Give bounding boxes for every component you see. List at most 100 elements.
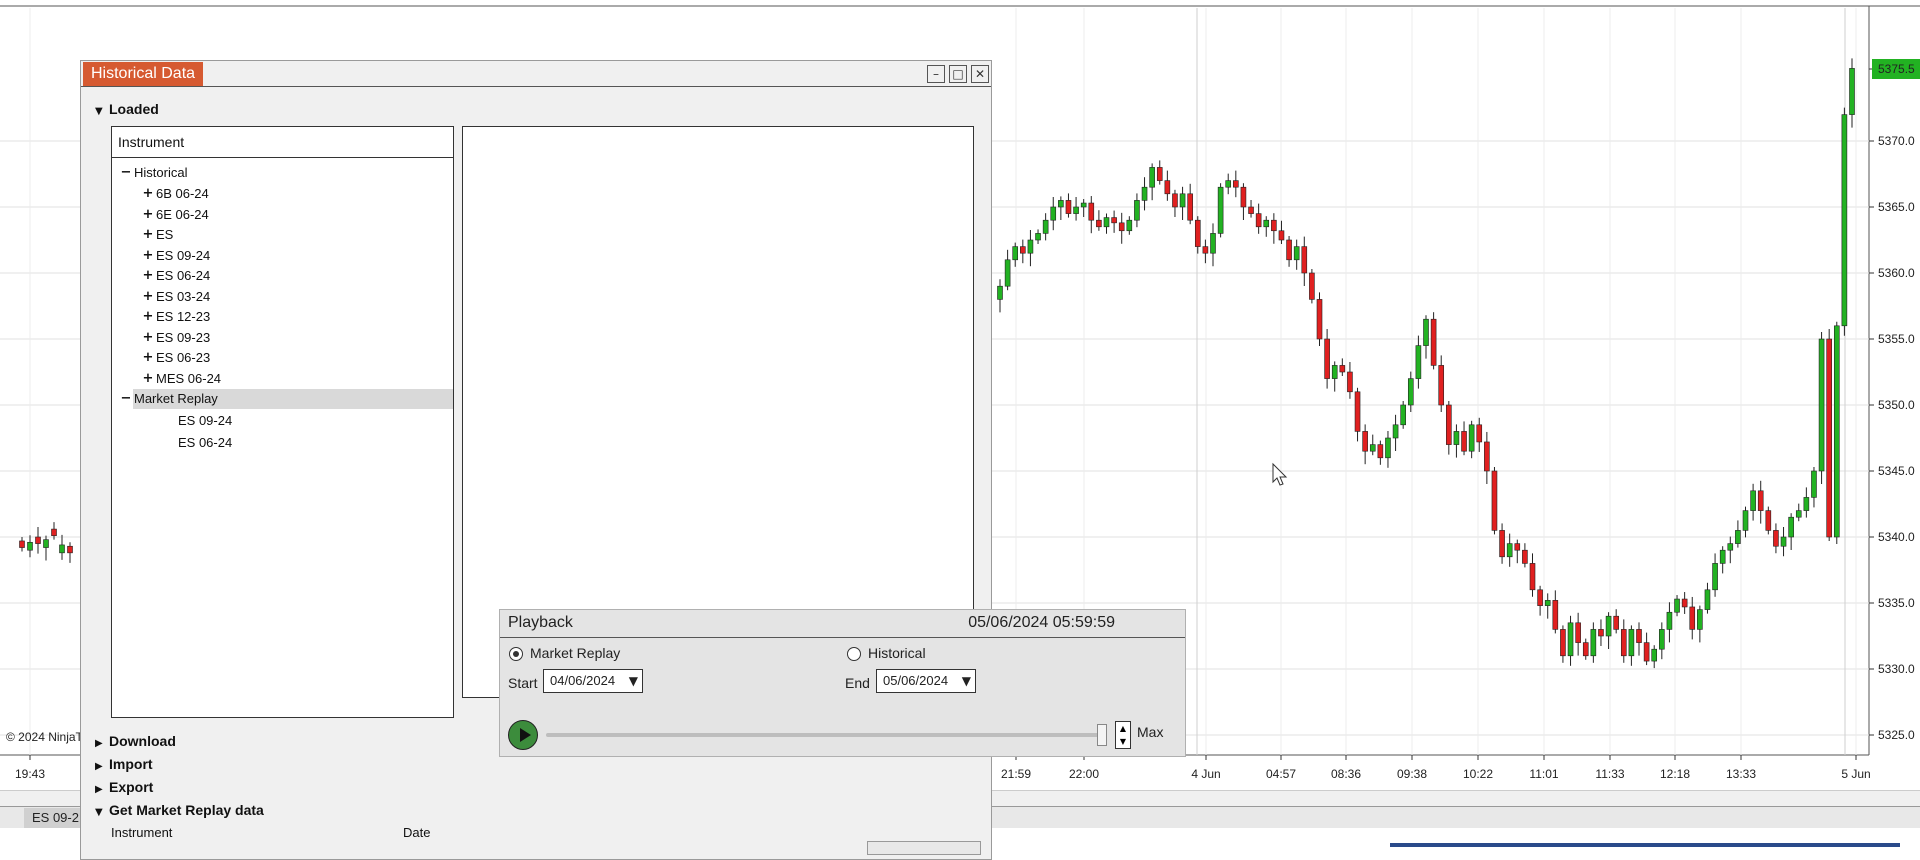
- collapse-triangle-icon: ▼: [95, 106, 103, 117]
- candle-body: [1058, 200, 1064, 208]
- chevron-down-icon: ▼: [628, 674, 638, 688]
- section-loaded[interactable]: ▼ Loaded: [95, 101, 159, 117]
- section-download[interactable]: ▶ Download: [95, 733, 176, 749]
- candle-body: [1073, 206, 1079, 214]
- candle-body: [1484, 441, 1490, 472]
- window-titlebar[interactable]: Historical Data – □ ✕: [81, 61, 991, 87]
- expand-icon[interactable]: +: [142, 184, 154, 204]
- section-loaded-label: Loaded: [109, 101, 159, 117]
- expand-icon[interactable]: +: [142, 205, 154, 225]
- candle-body: [1347, 371, 1353, 393]
- instrument-column-header[interactable]: Instrument: [112, 127, 453, 158]
- end-date-label: End: [845, 675, 870, 691]
- price-axis-label: 5375.5: [1878, 62, 1915, 76]
- tree-item[interactable]: + ES 06-23: [112, 348, 452, 368]
- tree-item[interactable]: + ES: [112, 225, 452, 245]
- candle-body: [1514, 543, 1521, 551]
- tree-node-market-replay[interactable]: − Market Replay: [121, 389, 453, 409]
- candle-body: [1636, 629, 1642, 643]
- candle-body: [1537, 589, 1543, 606]
- tree-item[interactable]: ES 09-24: [112, 411, 452, 431]
- section-import[interactable]: ▶ Import: [95, 756, 153, 772]
- candle-body: [1613, 615, 1619, 630]
- expand-icon[interactable]: +: [142, 225, 154, 245]
- expand-icon[interactable]: +: [142, 307, 154, 327]
- tree-item[interactable]: + MES 06-24: [112, 369, 452, 389]
- tree-item-label: ES 06-23: [156, 350, 211, 365]
- maximize-icon[interactable]: □: [949, 65, 967, 83]
- tree-item[interactable]: + ES 06-24: [112, 266, 452, 286]
- candle-body: [67, 545, 73, 554]
- candle-body: [1324, 338, 1330, 379]
- candle-body: [1164, 180, 1171, 195]
- chart-copyright: © 2024 NinjaT: [6, 730, 83, 744]
- expand-icon[interactable]: +: [142, 287, 154, 307]
- price-axis-label: 5365.0: [1878, 200, 1915, 214]
- collapse-icon[interactable]: −: [120, 163, 132, 183]
- time-axis-label: 13:33: [1726, 767, 1756, 781]
- column-instrument[interactable]: Instrument: [111, 825, 172, 840]
- candle-body: [1750, 490, 1756, 511]
- candle-body: [1719, 549, 1726, 564]
- playback-timestamp: 05/06/2024 05:59:59: [968, 614, 1115, 631]
- time-axis-label: 04:57: [1266, 767, 1296, 781]
- tree-item[interactable]: +6E 06-24: [112, 205, 452, 225]
- price-axis-label: 5370.0: [1878, 134, 1915, 148]
- candle-body: [1544, 600, 1551, 606]
- expand-triangle-icon: ▶: [95, 738, 103, 749]
- start-date-select[interactable]: 04/06/2024 ▼: [543, 669, 643, 693]
- tree-item-label: 6B 06-24: [156, 186, 209, 201]
- candle-body: [1362, 431, 1368, 452]
- candle-body: [1765, 510, 1772, 531]
- expand-icon[interactable]: +: [142, 246, 154, 266]
- playback-speed-slider[interactable]: [546, 733, 1106, 737]
- tree-node-historical[interactable]: − Historical: [112, 163, 452, 183]
- candle-body: [1187, 193, 1193, 221]
- candle-body: [1035, 233, 1041, 241]
- tree-item[interactable]: ES 06-24: [112, 433, 452, 453]
- collapse-icon[interactable]: −: [120, 389, 132, 409]
- candle-body: [1377, 444, 1384, 459]
- candle-body: [1795, 510, 1802, 518]
- tree-item-label: 6E 06-24: [156, 206, 209, 222]
- end-date-select[interactable]: 05/06/2024 ▼: [876, 669, 976, 693]
- candle-body: [1118, 222, 1125, 232]
- start-date-label: Start: [508, 675, 538, 691]
- expand-icon[interactable]: +: [142, 369, 154, 389]
- column-date[interactable]: Date: [403, 825, 430, 840]
- radio-market-replay[interactable]: [509, 647, 523, 661]
- price-axis-label: 5330.0: [1878, 662, 1915, 676]
- tree-item[interactable]: + ES 09-23: [112, 328, 452, 348]
- section-get-market-replay[interactable]: ▼ Get Market Replay data: [95, 802, 264, 818]
- candle-body: [1803, 497, 1810, 511]
- candle-body: [1194, 219, 1201, 247]
- radio-historical[interactable]: [847, 647, 861, 661]
- close-icon[interactable]: ✕: [971, 65, 989, 83]
- expand-icon[interactable]: +: [142, 266, 154, 286]
- playback-slider-thumb[interactable]: [1097, 724, 1107, 746]
- tree-item[interactable]: + ES 03-24: [112, 287, 452, 307]
- speed-spinner[interactable]: ▲ ▼: [1115, 721, 1131, 749]
- tree-item[interactable]: +6B 06-24: [112, 184, 452, 204]
- expand-icon[interactable]: +: [142, 348, 154, 368]
- tree-item[interactable]: + ES 12-23: [112, 307, 452, 327]
- candle-body: [1407, 378, 1414, 406]
- candle-body: [1735, 530, 1741, 544]
- expand-icon[interactable]: +: [142, 328, 154, 348]
- candle-body: [1354, 391, 1361, 432]
- candle-body: [1499, 530, 1505, 558]
- section-export[interactable]: ▶ Export: [95, 779, 153, 795]
- minimize-icon[interactable]: –: [927, 65, 945, 83]
- candle-body: [1620, 629, 1627, 657]
- time-axis-label: 09:38: [1397, 767, 1427, 781]
- candle-body: [1248, 206, 1254, 214]
- play-icon[interactable]: [508, 720, 538, 750]
- partial-button[interactable]: [867, 841, 981, 855]
- candle-body: [1704, 589, 1711, 610]
- candle-body: [1681, 598, 1688, 608]
- candle-body: [59, 544, 65, 554]
- candle-body: [1628, 629, 1635, 657]
- tree-item[interactable]: + ES 09-24: [112, 246, 452, 266]
- candle-body: [1065, 200, 1072, 214]
- candle-body: [1727, 543, 1734, 551]
